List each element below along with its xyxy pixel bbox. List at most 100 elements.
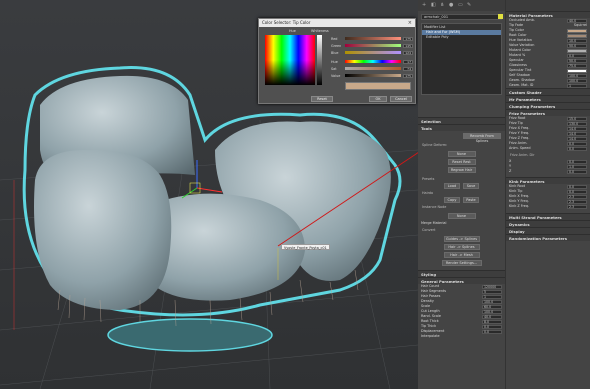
material-param-spinner[interactable]: 40.0 [567,18,587,23]
motion-tab-icon[interactable]: ● [449,2,455,8]
rollout-tools[interactable]: Tools [418,124,505,131]
regrow-hair-button[interactable]: Regrow Hair [447,167,476,173]
color-swatch[interactable] [567,68,587,73]
hierarchy-tab-icon[interactable]: ⋔ [440,2,446,8]
kink-param-spinner[interactable]: 2.3 [567,204,587,209]
dialog-title-bar[interactable]: Color Selector: Tip Color × [259,19,415,27]
general-param-spinner[interactable]: 120000 [482,284,502,289]
channel-bar[interactable] [345,44,401,47]
material-param-spinner[interactable]: 1 [567,83,587,88]
instance-node-none-button[interactable]: None [447,213,476,219]
channel-value[interactable]: 175 [403,73,413,78]
rollout-randomization-parameters[interactable]: Randomization Parameters [506,234,590,241]
general-param-spinner[interactable]: 0.0 [482,324,502,329]
modifier-item[interactable]: Editable Poly [422,35,501,40]
frizz-dir-spinner[interactable]: 0.0 [567,169,587,174]
load-preset-button[interactable]: Load [444,183,460,189]
object-color-swatch[interactable] [498,14,503,19]
utilities-tab-icon[interactable]: ✎ [467,2,473,8]
save-preset-button[interactable]: Save [463,183,479,189]
channel-red[interactable]: Red 175 [331,36,413,41]
rollout-frizz-parameters[interactable]: Frizz Parameters [506,109,590,116]
channel-sat[interactable]: Sat 74 [331,66,413,71]
frizz-dir-spinner[interactable]: 1.0 [567,164,587,169]
modifier-stack[interactable]: Modifier List Hair and Fur (WSM) Editabl… [421,23,502,95]
rollout-selection[interactable]: Selection [418,117,505,124]
frizz-param-spinner[interactable]: 14.0 [567,126,587,131]
general-param-spinner[interactable]: 60.0 [482,304,502,309]
rollout-multi-strand-parameters[interactable]: Multi Strand Parameters [506,213,590,220]
rollout-general[interactable]: General Parameters [418,277,505,284]
hair-to-splines-button[interactable]: Hair -> Splines [443,244,480,250]
ok-button[interactable]: OK [369,96,387,102]
close-icon[interactable]: × [408,19,412,27]
spline-deform-none-button[interactable]: None [447,151,476,157]
reset-button[interactable]: Reset [311,96,333,102]
general-param-spinner[interactable]: 5 [482,289,502,294]
channel-value[interactable]: 145 [403,43,413,48]
rollout-mr-parameters[interactable]: Mr Parameters [506,95,590,102]
material-param-spinner[interactable]: 10.0 [567,38,587,43]
rollout-dynamics[interactable]: Dynamics [506,220,590,227]
channel-green[interactable]: Green 145 [331,43,413,48]
copy-hairdo-button[interactable]: Copy [444,197,460,203]
channel-value[interactable]: 74 [403,66,413,71]
rollout-display[interactable]: Display [506,227,590,234]
display-tab-icon[interactable]: ▭ [458,2,464,8]
channel-bar[interactable] [345,37,401,40]
object-name-field[interactable]: armchair_001 [421,14,502,20]
paste-hairdo-button[interactable]: Paste [463,197,479,203]
material-param-spinner[interactable]: 100.0 [567,73,587,78]
material-param-spinner[interactable]: 50.0 [567,58,587,63]
material-param-spinner[interactable]: 0.0 [567,53,587,58]
color-swatch[interactable] [567,48,587,53]
color-swatch[interactable] [567,33,587,38]
frizz-param-spinner[interactable]: 15.0 [567,116,587,121]
channel-value[interactable]: 124 [403,50,413,55]
general-param-spinner[interactable]: 100.0 [482,299,502,304]
channel-bar[interactable] [345,60,401,63]
frizz-param-spinner[interactable]: 0.0 [567,141,587,146]
general-param-spinner[interactable]: 0.0 [482,329,502,334]
create-tab-icon[interactable]: + [422,2,428,8]
channel-bar[interactable] [345,67,401,70]
frizz-param-spinner[interactable]: 14.0 [567,131,587,136]
kink-param-spinner[interactable]: 0.0 [567,189,587,194]
recomb-from-splines-button[interactable]: Recomb From Splines [463,133,501,143]
frizz-param-spinner[interactable]: 130.0 [567,121,587,126]
color-selector-dialog[interactable]: Color Selector: Tip Color × Hue Whitenes… [258,18,416,104]
channel-hue[interactable]: Hue 17 [331,59,413,64]
general-param-spinner[interactable]: 8.0 [482,319,502,324]
rollout-material[interactable]: Material Parameters [506,11,590,18]
rollout-custom-shader[interactable]: Custom Shader [506,88,590,95]
material-param-spinner[interactable]: 75.0 [567,63,587,68]
kink-param-spinner[interactable]: 0.0 [567,184,587,189]
rollout-clumping-parameters[interactable]: Clumping Parameters [506,102,590,109]
channel-value[interactable]: 17 [403,59,413,64]
color-swatch[interactable] [567,28,587,33]
channel-value[interactable]: 175 [403,36,413,41]
frizz-dir-spinner[interactable]: 0.0 [567,159,587,164]
rollout-kink[interactable]: Kink Parameters [506,177,590,184]
modify-tab-icon[interactable]: ◧ [431,2,437,8]
cancel-button[interactable]: Cancel [390,96,412,102]
kink-param-spinner[interactable]: 2.3 [567,194,587,199]
squirrel-checkbox[interactable]: Squirrel [574,23,587,28]
general-param-spinner[interactable]: 40.0 [482,314,502,319]
frizz-param-spinner[interactable]: 14.0 [567,136,587,141]
frizz-param-spinner[interactable]: 0.0 [567,146,587,151]
material-param-spinner[interactable]: 50.0 [567,43,587,48]
general-param-spinner[interactable]: 1 [482,294,502,299]
rollout-styling[interactable]: Styling [418,270,505,277]
channel-value-row[interactable]: Value 175 [331,73,413,78]
whiteness-slider[interactable] [317,35,322,85]
general-param-spinner[interactable]: 100.0 [482,309,502,314]
material-param-spinner[interactable]: 100.0 [567,78,587,83]
reset-rest-button[interactable]: Reset Rest [447,159,476,165]
channel-bar[interactable] [345,51,401,54]
render-settings-button[interactable]: Render Settings... [441,260,482,266]
kink-param-spinner[interactable]: 2.3 [567,199,587,204]
channel-bar[interactable] [345,74,401,77]
channel-blue[interactable]: Blue 124 [331,50,413,55]
interpolate-checkbox[interactable]: Interpolate [418,334,505,339]
